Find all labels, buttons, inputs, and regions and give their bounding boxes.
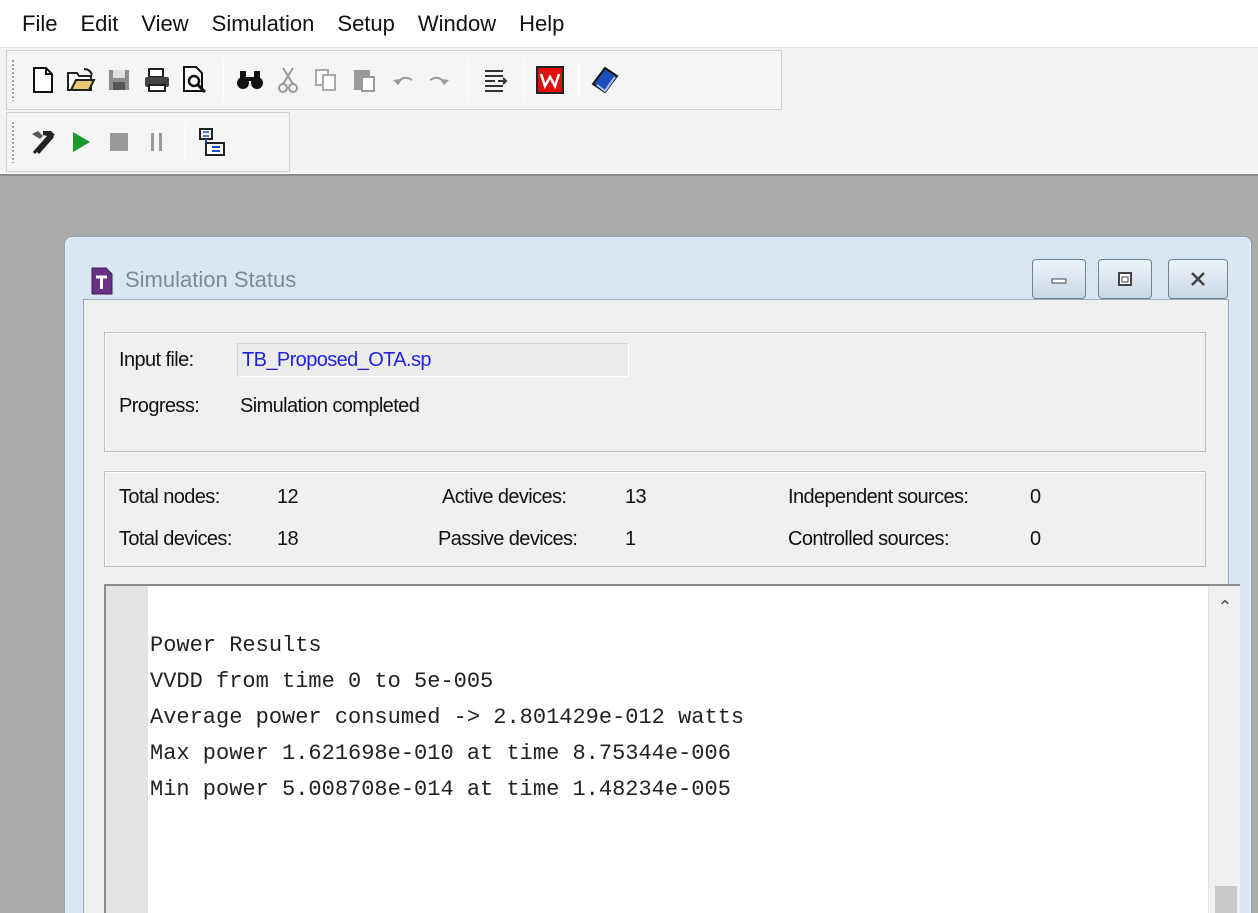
output-line: Average power consumed -> 2.801429e-012 … — [150, 705, 745, 730]
total-devices-label: Total devices: — [119, 528, 232, 550]
toolbar-separator — [185, 122, 186, 162]
open-folder-icon[interactable] — [63, 59, 99, 101]
app-icon — [91, 267, 113, 300]
output-line: Power Results — [150, 633, 322, 658]
output-line: Min power 5.008708e-014 at time 1.48234e… — [150, 777, 731, 802]
active-devices-label: Active devices: — [442, 486, 567, 508]
minimize-button[interactable] — [1032, 259, 1086, 299]
restore-icon — [1118, 272, 1132, 286]
cut-icon[interactable] — [270, 59, 306, 101]
input-file-label: Input file: — [119, 349, 194, 371]
passive-devices-label: Passive devices: — [438, 528, 578, 550]
toolbar-separator — [523, 60, 524, 100]
output-line: VVDD from time 0 to 5e-005 — [150, 669, 494, 694]
print-icon[interactable] — [139, 59, 175, 101]
total-nodes-value: 12 — [277, 486, 299, 508]
total-nodes-label: Total nodes: — [119, 486, 220, 508]
window-client-area: Input file: TB_Proposed_OTA.sp Progress:… — [83, 299, 1240, 913]
maximize-button[interactable] — [1098, 259, 1152, 299]
toolbar-grip[interactable] — [11, 59, 15, 101]
scroll-up-arrow-icon[interactable]: ⌃ — [1209, 592, 1241, 622]
print-preview-icon[interactable] — [177, 59, 213, 101]
independent-sources-label: Independent sources: — [788, 486, 969, 508]
minimize-icon — [1051, 278, 1067, 284]
simulation-toolbar — [6, 112, 290, 172]
progress-label: Progress: — [119, 395, 200, 417]
file-progress-group: Input file: TB_Proposed_OTA.sp Progress:… — [104, 332, 1206, 452]
menu-file[interactable]: File — [12, 0, 70, 48]
total-devices-value: 18 — [277, 528, 299, 550]
find-icon[interactable] — [232, 59, 268, 101]
toolbar-separator — [578, 60, 579, 100]
undo-icon[interactable] — [384, 59, 420, 101]
toolbar-separator — [223, 60, 224, 100]
output-line: Max power 1.621698e-010 at time 8.75344e… — [150, 741, 731, 766]
active-devices-value: 13 — [625, 486, 647, 508]
toolbar-area — [0, 48, 1258, 176]
toolbar-separator — [468, 60, 469, 100]
controlled-sources-value: 0 — [1030, 528, 1041, 550]
window-title: Simulation Status — [125, 267, 297, 292]
help-book-icon[interactable] — [587, 59, 623, 101]
output-text: Power Results VVDD from time 0 to 5e-005 A… — [150, 628, 744, 808]
close-button[interactable] — [1168, 259, 1228, 299]
menu-edit[interactable]: Edit — [70, 0, 131, 48]
list-icon[interactable] — [477, 59, 513, 101]
stats-group: Total nodes: 12 Total devices: 18 Active… — [104, 471, 1206, 567]
input-file-field[interactable]: TB_Proposed_OTA.sp — [237, 343, 629, 377]
paste-icon[interactable] — [346, 59, 382, 101]
pause-icon[interactable] — [139, 121, 175, 163]
save-icon[interactable] — [101, 59, 137, 101]
menu-setup[interactable]: Setup — [327, 0, 408, 48]
independent-sources-value: 0 — [1030, 486, 1041, 508]
vertical-scrollbar[interactable]: ⌃ — [1208, 586, 1240, 913]
output-gutter — [106, 586, 148, 913]
redo-icon[interactable] — [422, 59, 458, 101]
scroll-thumb[interactable] — [1215, 886, 1237, 913]
stop-icon[interactable] — [101, 121, 137, 163]
toolbar-grip[interactable] — [11, 121, 15, 163]
standard-toolbar — [6, 50, 782, 110]
menu-help[interactable]: Help — [509, 0, 577, 48]
controlled-sources-label: Controlled sources: — [788, 528, 950, 550]
menu-simulation[interactable]: Simulation — [202, 0, 328, 48]
menu-window[interactable]: Window — [408, 0, 509, 48]
menu-view[interactable]: View — [131, 0, 201, 48]
progress-value: Simulation completed — [240, 395, 420, 417]
close-icon — [1191, 272, 1205, 286]
menu-bar: File Edit View Simulation Setup Window H… — [0, 0, 1258, 48]
passive-devices-value: 1 — [625, 528, 636, 550]
copy-icon[interactable] — [308, 59, 344, 101]
hammer-icon[interactable] — [25, 121, 61, 163]
w-logo-icon[interactable] — [532, 59, 568, 101]
run-icon[interactable] — [63, 121, 99, 163]
new-file-icon[interactable] — [25, 59, 61, 101]
output-text-area[interactable]: Power Results VVDD from time 0 to 5e-005 A… — [104, 584, 1240, 913]
netlist-icon[interactable] — [194, 121, 230, 163]
simulation-status-window: Simulation Status Input file: TB_Propose… — [64, 236, 1252, 913]
